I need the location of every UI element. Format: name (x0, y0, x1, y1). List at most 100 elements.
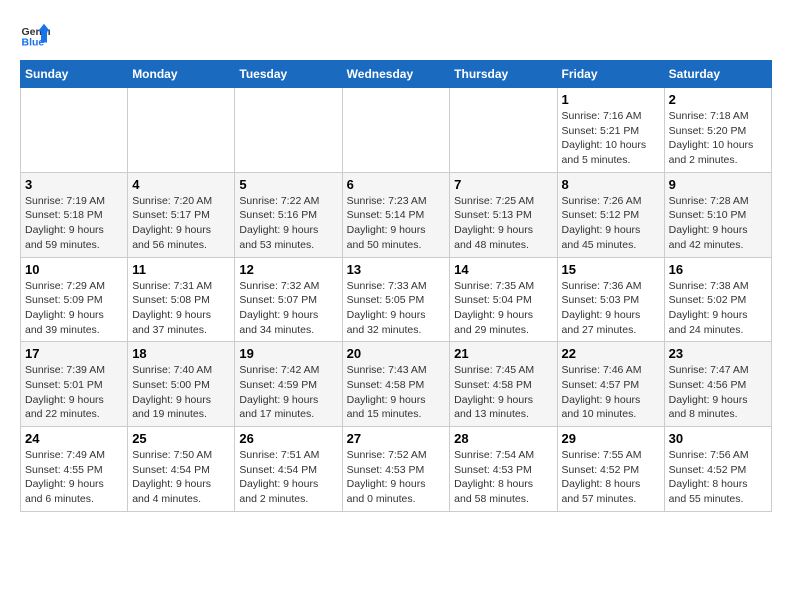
calendar-cell: 21Sunrise: 7:45 AM Sunset: 4:58 PM Dayli… (450, 342, 557, 427)
day-info: Sunrise: 7:18 AM Sunset: 5:20 PM Dayligh… (669, 109, 767, 168)
day-number: 18 (132, 346, 230, 361)
calendar-cell: 13 Sunrise: 7:33 AM Sunset: 5:05 PM Dayli… (342, 257, 450, 342)
day-info: Sunrise: 7:31 AM Sunset: 5:08 PM Dayligh… (132, 279, 230, 338)
day-number: 23 (669, 346, 767, 361)
day-info: Sunrise: 7:56 AM Sunset: 4:52 PM Dayligh… (669, 448, 767, 507)
day-number: 12 (239, 262, 337, 277)
calendar-cell: 5 Sunrise: 7:22 AM Sunset: 5:16 PM Daylig… (235, 172, 342, 257)
week-row-4: 24 Sunrise: 7:49 AM Sunset: 4:55 PM Dayli… (21, 427, 772, 512)
day-info: Sunrise: 7:38 AM Sunset: 5:02 PM Dayligh… (669, 279, 767, 338)
calendar-cell (235, 88, 342, 173)
calendar-cell: 28 Sunrise: 7:54 AM Sunset: 4:53 PM Dayli… (450, 427, 557, 512)
calendar-cell: 25 Sunrise: 7:50 AM Sunset: 4:54 PM Dayli… (128, 427, 235, 512)
day-number: 19 (239, 346, 337, 361)
calendar-cell: 14 Sunrise: 7:35 AM Sunset: 5:04 PM Dayli… (450, 257, 557, 342)
calendar-cell: 30 Sunrise: 7:56 AM Sunset: 4:52 PM Dayli… (664, 427, 771, 512)
calendar-cell: 19 Sunrise: 7:42 AM Sunset: 4:59 PM Dayli… (235, 342, 342, 427)
day-number: 10 (25, 262, 123, 277)
day-info: Sunrise: 7:16 AM Sunset: 5:21 PM Dayligh… (562, 109, 660, 168)
calendar-cell: 12 Sunrise: 7:32 AM Sunset: 5:07 PM Dayli… (235, 257, 342, 342)
day-number: 25 (132, 431, 230, 446)
week-row-1: 3Sunrise: 7:19 AM Sunset: 5:18 PM Daylig… (21, 172, 772, 257)
day-number: 1 (562, 92, 660, 107)
day-number: 16 (669, 262, 767, 277)
day-number: 5 (239, 177, 337, 192)
day-number: 2 (669, 92, 767, 107)
calendar-cell: 22 Sunrise: 7:46 AM Sunset: 4:57 PM Dayli… (557, 342, 664, 427)
week-row-2: 10Sunrise: 7:29 AM Sunset: 5:09 PM Dayli… (21, 257, 772, 342)
logo-icon: General Blue (20, 20, 50, 50)
day-info: Sunrise: 7:36 AM Sunset: 5:03 PM Dayligh… (562, 279, 660, 338)
day-number: 26 (239, 431, 337, 446)
col-thursday: Thursday (450, 61, 557, 88)
calendar-cell: 15 Sunrise: 7:36 AM Sunset: 5:03 PM Dayli… (557, 257, 664, 342)
calendar-cell: 24 Sunrise: 7:49 AM Sunset: 4:55 PM Dayli… (21, 427, 128, 512)
col-monday: Monday (128, 61, 235, 88)
day-info: Sunrise: 7:22 AM Sunset: 5:16 PM Dayligh… (239, 194, 337, 253)
day-info: Sunrise: 7:50 AM Sunset: 4:54 PM Dayligh… (132, 448, 230, 507)
day-info: Sunrise: 7:23 AM Sunset: 5:14 PM Dayligh… (347, 194, 446, 253)
calendar-cell: 26 Sunrise: 7:51 AM Sunset: 4:54 PM Dayli… (235, 427, 342, 512)
day-number: 14 (454, 262, 552, 277)
calendar-cell: 4 Sunrise: 7:20 AM Sunset: 5:17 PM Daylig… (128, 172, 235, 257)
day-number: 27 (347, 431, 446, 446)
day-info: Sunrise: 7:46 AM Sunset: 4:57 PM Dayligh… (562, 363, 660, 422)
day-number: 15 (562, 262, 660, 277)
day-info: Sunrise: 7:45 AM Sunset: 4:58 PM Dayligh… (454, 363, 552, 422)
calendar-cell: 6 Sunrise: 7:23 AM Sunset: 5:14 PM Daylig… (342, 172, 450, 257)
calendar-cell: 8 Sunrise: 7:26 AM Sunset: 5:12 PM Daylig… (557, 172, 664, 257)
calendar-cell: 3Sunrise: 7:19 AM Sunset: 5:18 PM Daylig… (21, 172, 128, 257)
day-number: 30 (669, 431, 767, 446)
calendar-cell: 29Sunrise: 7:55 AM Sunset: 4:52 PM Dayli… (557, 427, 664, 512)
calendar-cell: 2 Sunrise: 7:18 AM Sunset: 5:20 PM Daylig… (664, 88, 771, 173)
day-info: Sunrise: 7:39 AM Sunset: 5:01 PM Dayligh… (25, 363, 123, 422)
day-number: 4 (132, 177, 230, 192)
header-row: Sunday Monday Tuesday Wednesday Thursday… (21, 61, 772, 88)
week-row-3: 17 Sunrise: 7:39 AM Sunset: 5:01 PM Dayli… (21, 342, 772, 427)
col-saturday: Saturday (664, 61, 771, 88)
day-number: 11 (132, 262, 230, 277)
calendar-cell (128, 88, 235, 173)
day-info: Sunrise: 7:43 AM Sunset: 4:58 PM Dayligh… (347, 363, 446, 422)
day-number: 6 (347, 177, 446, 192)
day-info: Sunrise: 7:40 AM Sunset: 5:00 PM Dayligh… (132, 363, 230, 422)
calendar-cell: 11 Sunrise: 7:31 AM Sunset: 5:08 PM Dayli… (128, 257, 235, 342)
calendar-cell (21, 88, 128, 173)
day-number: 13 (347, 262, 446, 277)
calendar-cell (342, 88, 450, 173)
day-number: 7 (454, 177, 552, 192)
day-info: Sunrise: 7:42 AM Sunset: 4:59 PM Dayligh… (239, 363, 337, 422)
header: General Blue (20, 20, 772, 50)
day-number: 8 (562, 177, 660, 192)
calendar-cell (450, 88, 557, 173)
day-number: 9 (669, 177, 767, 192)
calendar-cell: 17 Sunrise: 7:39 AM Sunset: 5:01 PM Dayli… (21, 342, 128, 427)
col-sunday: Sunday (21, 61, 128, 88)
week-row-0: 1 Sunrise: 7:16 AM Sunset: 5:21 PM Daylig… (21, 88, 772, 173)
day-number: 28 (454, 431, 552, 446)
calendar-cell: 23Sunrise: 7:47 AM Sunset: 4:56 PM Dayli… (664, 342, 771, 427)
day-number: 17 (25, 346, 123, 361)
calendar-cell: 1 Sunrise: 7:16 AM Sunset: 5:21 PM Daylig… (557, 88, 664, 173)
day-number: 22 (562, 346, 660, 361)
calendar-cell: 16 Sunrise: 7:38 AM Sunset: 5:02 PM Dayli… (664, 257, 771, 342)
day-info: Sunrise: 7:52 AM Sunset: 4:53 PM Dayligh… (347, 448, 446, 507)
calendar-table: Sunday Monday Tuesday Wednesday Thursday… (20, 60, 772, 512)
day-info: Sunrise: 7:25 AM Sunset: 5:13 PM Dayligh… (454, 194, 552, 253)
day-info: Sunrise: 7:26 AM Sunset: 5:12 PM Dayligh… (562, 194, 660, 253)
day-info: Sunrise: 7:35 AM Sunset: 5:04 PM Dayligh… (454, 279, 552, 338)
day-info: Sunrise: 7:51 AM Sunset: 4:54 PM Dayligh… (239, 448, 337, 507)
calendar-cell: 9 Sunrise: 7:28 AM Sunset: 5:10 PM Daylig… (664, 172, 771, 257)
calendar-cell: 27 Sunrise: 7:52 AM Sunset: 4:53 PM Dayli… (342, 427, 450, 512)
day-info: Sunrise: 7:54 AM Sunset: 4:53 PM Dayligh… (454, 448, 552, 507)
day-info: Sunrise: 7:32 AM Sunset: 5:07 PM Dayligh… (239, 279, 337, 338)
calendar-cell: 20Sunrise: 7:43 AM Sunset: 4:58 PM Dayli… (342, 342, 450, 427)
day-number: 3 (25, 177, 123, 192)
col-tuesday: Tuesday (235, 61, 342, 88)
calendar-cell: 7 Sunrise: 7:25 AM Sunset: 5:13 PM Daylig… (450, 172, 557, 257)
day-info: Sunrise: 7:49 AM Sunset: 4:55 PM Dayligh… (25, 448, 123, 507)
day-number: 24 (25, 431, 123, 446)
day-info: Sunrise: 7:33 AM Sunset: 5:05 PM Dayligh… (347, 279, 446, 338)
day-info: Sunrise: 7:28 AM Sunset: 5:10 PM Dayligh… (669, 194, 767, 253)
day-info: Sunrise: 7:20 AM Sunset: 5:17 PM Dayligh… (132, 194, 230, 253)
